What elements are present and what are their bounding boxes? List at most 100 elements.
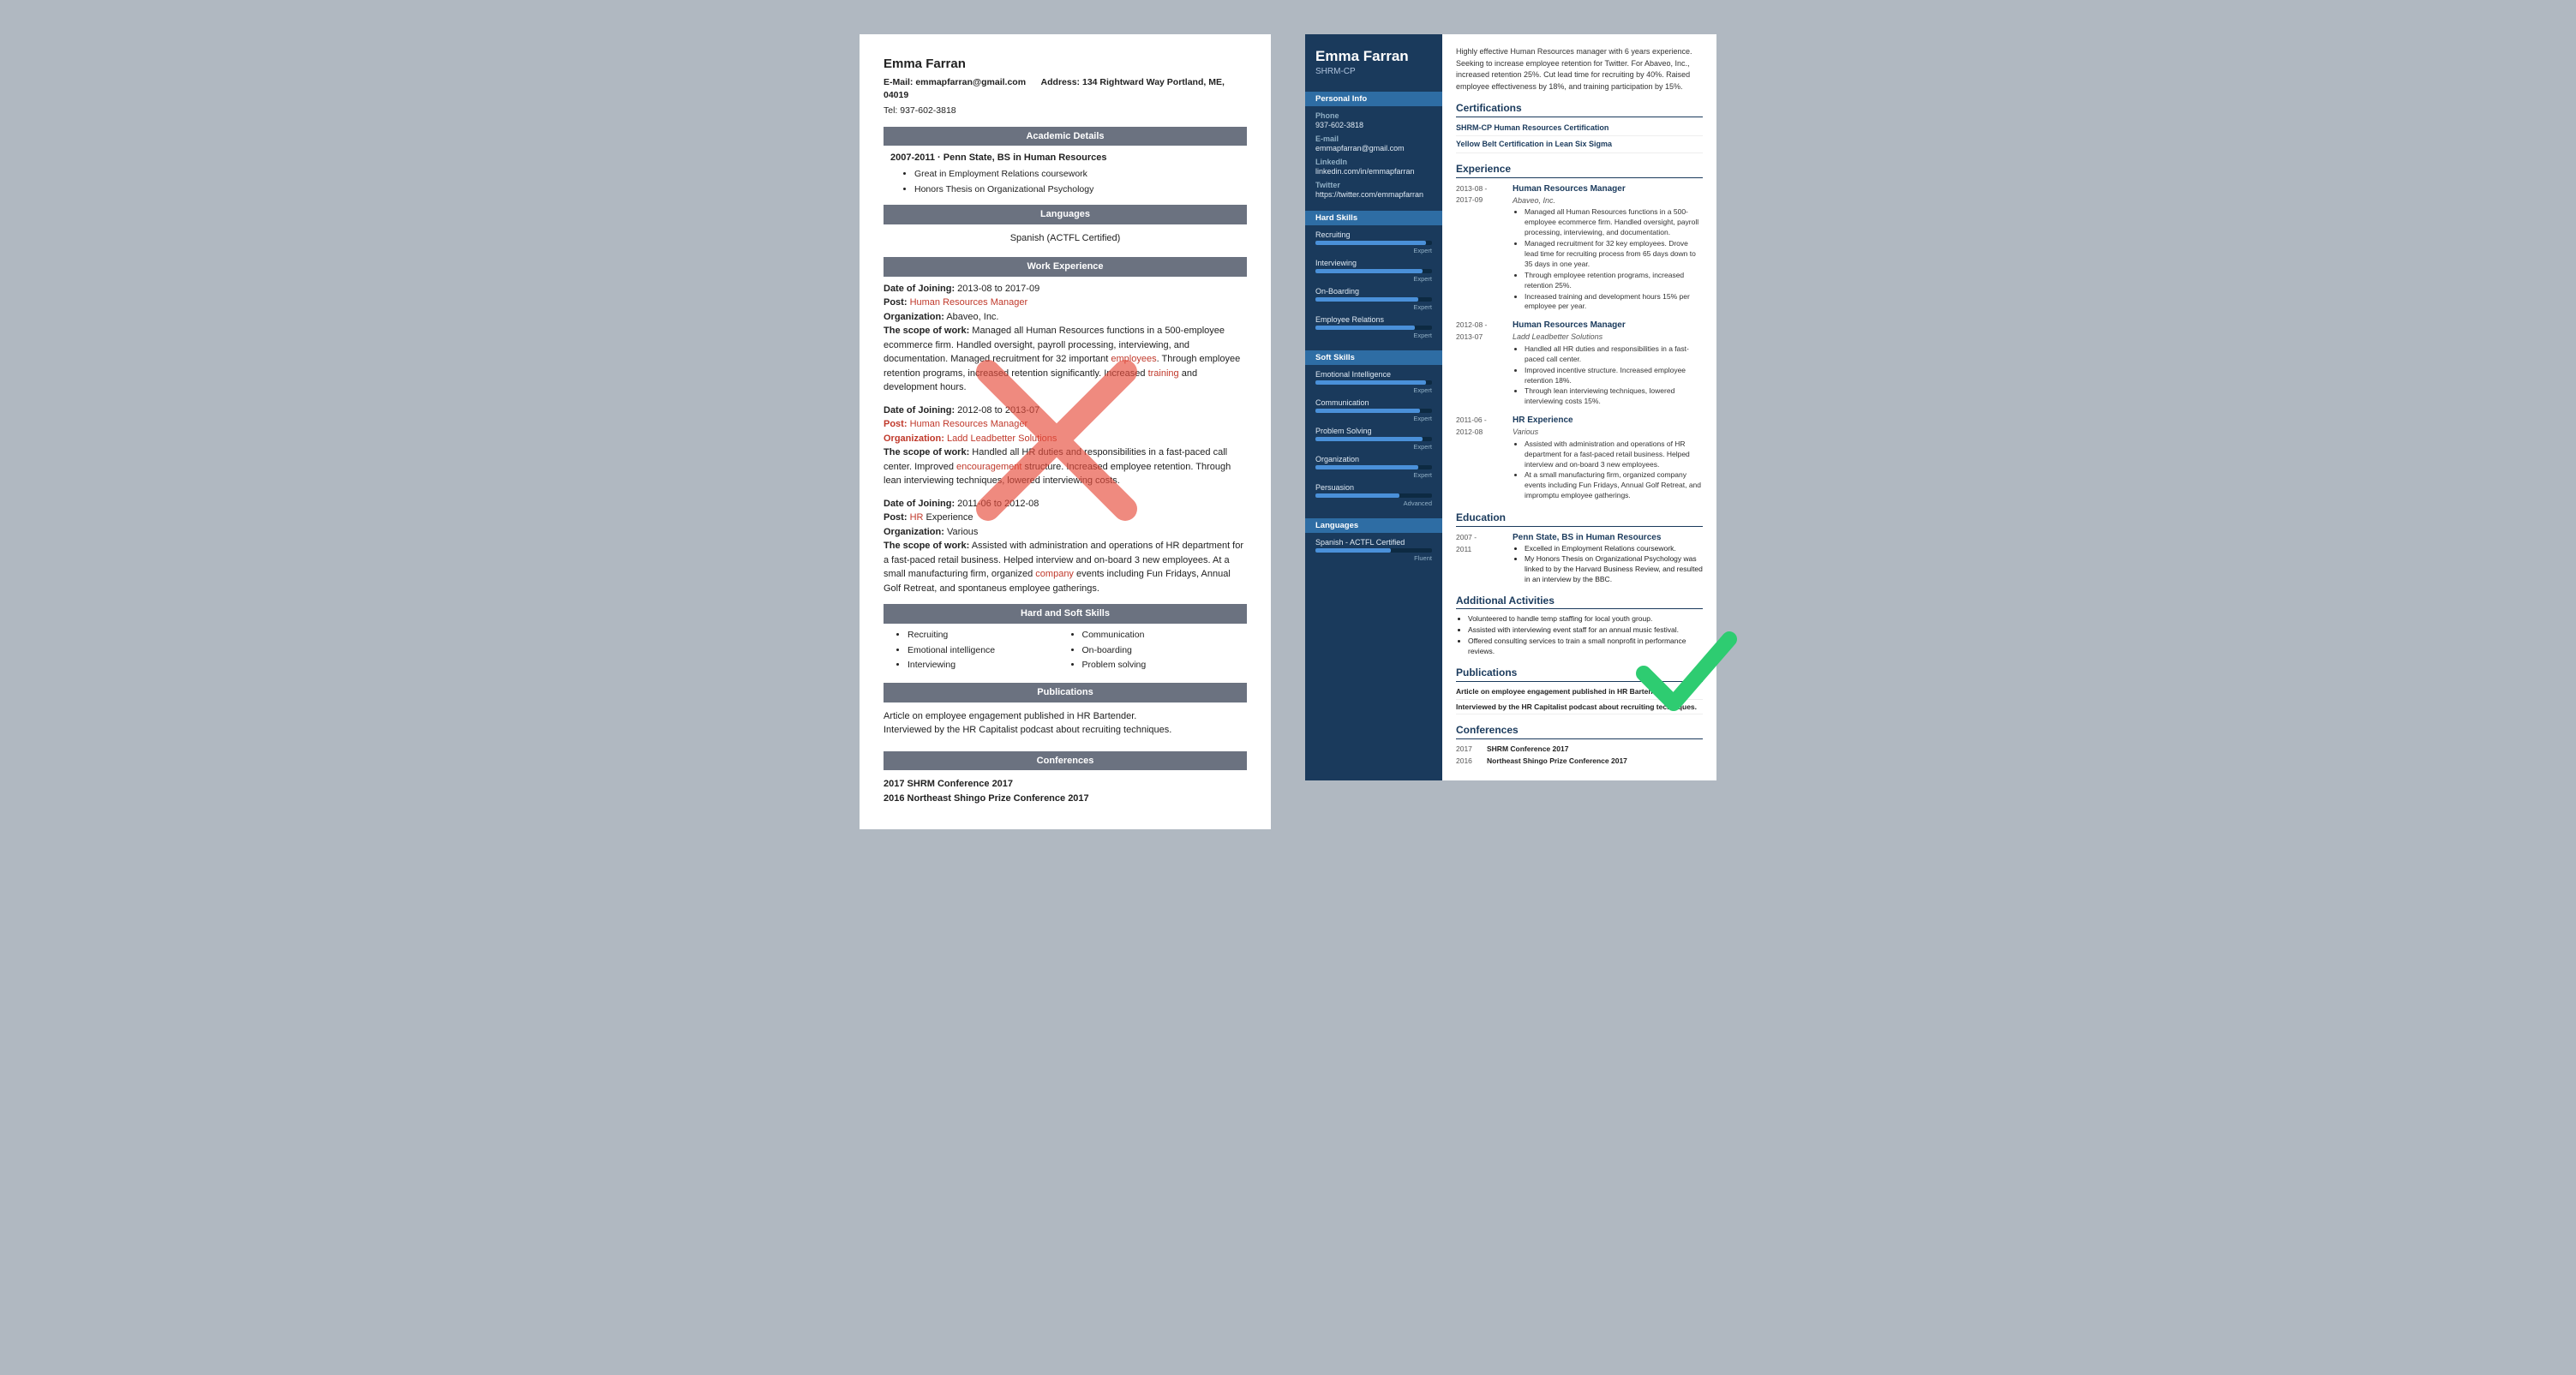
cert-title: Certifications (1456, 101, 1703, 117)
work-scope-3: The scope of work: Assisted with adminis… (884, 539, 1247, 595)
academic-header: Academic Details (884, 127, 1247, 146)
skill-bar-bg (1315, 548, 1432, 553)
additional-title: Additional Activities (1456, 594, 1703, 610)
conf-content: 2017 SHRM Conference 2017 2016 Northeast… (884, 775, 1247, 809)
skills-list: Recruiting Emotional intelligence Interv… (884, 629, 1247, 674)
skill-bar-bg (1315, 241, 1432, 245)
exp-entries: 2013-08 -2017-09 Human Resources Manager… (1456, 183, 1703, 502)
edu-bullets-1: Excelled in Employment Relations coursew… (1525, 544, 1703, 585)
skill-bar-bg (1315, 380, 1432, 385)
exp-date-1: 2013-08 -2017-09 (1456, 183, 1506, 206)
additional-3: Offered consulting services to train a s… (1468, 637, 1703, 657)
soft-skills-container: Emotional IntelligenceExpertCommunicatio… (1305, 370, 1442, 511)
cert-1: SHRM-CP Human Resources Certification (1456, 123, 1703, 137)
skill-bar-bg (1315, 465, 1432, 469)
exp-header-3: 2011-06 -2012-08 HR Experience Various A… (1456, 415, 1703, 502)
academic-content: 2007-2011 · Penn State, BS in Human Reso… (884, 151, 1247, 196)
work-entry-2: Date of Joining: 2012-08 to 2013-07 Post… (884, 404, 1247, 488)
edu-bullet-2: My Honors Thesis on Organizational Psych… (1525, 554, 1703, 585)
work-entry-3: Date of Joining: 2011-06 to 2012-08 Post… (884, 497, 1247, 596)
skill-2: Emotional intelligence (908, 644, 1073, 658)
twitter-label: Twitter (1305, 181, 1442, 190)
skill-1: Recruiting (908, 629, 1073, 643)
skill-label: Organization (1305, 455, 1442, 465)
exp-title: Experience (1456, 162, 1703, 178)
skill-bar-fill (1315, 465, 1418, 469)
skill-6: Problem solving (1082, 659, 1248, 673)
skill-bar-fill (1315, 241, 1426, 245)
left-contact: E-Mail: emmapfarran@gmail.com Address: 1… (884, 76, 1247, 104)
linkedin-label: LinkedIn (1305, 158, 1442, 167)
right-credential: SHRM-CP (1305, 67, 1442, 85)
conf-right-1: 2017 SHRM Conference 2017 (1456, 744, 1703, 755)
work-entry-1: Date of Joining: 2013-08 to 2017-09 Post… (884, 282, 1247, 395)
cert-items: SHRM-CP Human Resources Certification Ye… (1456, 123, 1703, 153)
exp-bullet-2-2: Improved incentive structure. Increased … (1525, 366, 1703, 386)
exp-entry-3: 2011-06 -2012-08 HR Experience Various A… (1456, 415, 1703, 502)
right-resume: Emma Farran SHRM-CP Personal Info Phone … (1305, 34, 1716, 780)
exp-company-1: Abaveo, Inc. (1513, 195, 1703, 206)
pub-content: Article on employee engagement published… (884, 708, 1247, 743)
work-date-3: Date of Joining: 2011-06 to 2012-08 (884, 497, 1247, 511)
skill-bar-bg (1315, 297, 1432, 302)
conf-right-title: Conferences (1456, 723, 1703, 739)
work-post-1: Post: Human Resources Manager (884, 296, 1247, 310)
languages-content: Spanish (ACTFL Certified) (884, 230, 1247, 249)
pub-header: Publications (884, 683, 1247, 702)
skill-label: On-Boarding (1305, 287, 1442, 297)
skill-label: Employee Relations (1305, 315, 1442, 326)
conf-date-1: 2017 (1456, 744, 1480, 755)
skill-bar-bg (1315, 269, 1432, 273)
languages-sidebar-header: Languages (1305, 518, 1442, 533)
language-item: Spanish (ACTFL Certified) (1010, 233, 1121, 243)
skill-level-label: Fluent (1305, 554, 1442, 566)
skill-bar-bg (1315, 409, 1432, 413)
exp-title-2: Human Resources Manager (1513, 320, 1703, 332)
work-date-2: Date of Joining: 2012-08 to 2013-07 (884, 404, 1247, 418)
skill-bar-fill (1315, 297, 1418, 302)
conf-date-2: 2016 (1456, 756, 1480, 767)
right-summary: Highly effective Human Resources manager… (1456, 46, 1703, 93)
skill-label: Spanish - ACTFL Certified (1305, 538, 1442, 548)
skill-bar-bg (1315, 493, 1432, 498)
exp-bullet-3-1: Assisted with administration and operati… (1525, 439, 1703, 470)
exp-bullet-3-2: At a small manufacturing firm, organized… (1525, 470, 1703, 501)
work-scope-1: The scope of work: Managed all Human Res… (884, 324, 1247, 395)
skill-label: Communication (1305, 398, 1442, 409)
exp-body-3: HR Experience Various Assisted with admi… (1513, 415, 1703, 502)
cert-2: Yellow Belt Certification in Lean Six Si… (1456, 139, 1703, 153)
additional-2: Assisted with interviewing event staff f… (1468, 625, 1703, 636)
hard-skills-header: Hard Skills (1305, 211, 1442, 225)
skills-header: Hard and Soft Skills (884, 604, 1247, 624)
skill-label: Persuasion (1305, 483, 1442, 493)
work-post-3: Post: HR Experience (884, 511, 1247, 525)
exp-company-2: Ladd Leadbetter Solutions (1513, 332, 1703, 343)
skill-bar-fill (1315, 380, 1426, 385)
exp-title-3: HR Experience (1513, 415, 1703, 427)
academic-item-1: Great in Employment Relations coursework (914, 168, 1247, 182)
exp-bullet-1-3: Through employee retention programs, inc… (1525, 271, 1703, 291)
pub-right-1: Article on employee engagement published… (1456, 687, 1703, 700)
exp-bullet-2-1: Handled all HR duties and responsibiliti… (1525, 344, 1703, 365)
pub-text2: Interviewed by the HR Capitalist podcast… (884, 723, 1247, 738)
exp-date-3: 2011-06 -2012-08 (1456, 415, 1506, 438)
exp-entry-1: 2013-08 -2017-09 Human Resources Manager… (1456, 183, 1703, 314)
skill-level-label: Expert (1305, 443, 1442, 455)
exp-date-2: 2012-08 -2013-07 (1456, 320, 1506, 343)
linkedin-value: linkedin.com/in/emmapfarran (1305, 167, 1442, 181)
left-phone: Tel: 937-602-3818 (884, 105, 1247, 118)
exp-entry-2: 2012-08 -2013-07 Human Resources Manager… (1456, 320, 1703, 408)
exp-bullet-1-2: Managed recruitment for 32 key employees… (1525, 239, 1703, 270)
pub-right-title: Publications (1456, 666, 1703, 682)
additional-1: Volunteered to handle temp staffing for … (1468, 614, 1703, 625)
soft-skills-header: Soft Skills (1305, 350, 1442, 365)
academic-item-2: Honors Thesis on Organizational Psycholo… (914, 183, 1247, 197)
skill-level-label: Expert (1305, 386, 1442, 398)
skill-3: Interviewing (908, 659, 1073, 673)
conf-header: Conferences (884, 751, 1247, 771)
pub-right-2: Interviewed by the HR Capitalist podcast… (1456, 702, 1703, 715)
pub-text1: Article on employee engagement published… (884, 709, 1247, 724)
skill-4: Communication (1082, 629, 1248, 643)
conf-right-2: 2016 Northeast Shingo Prize Conference 2… (1456, 756, 1703, 767)
skill-bar-bg (1315, 437, 1432, 441)
